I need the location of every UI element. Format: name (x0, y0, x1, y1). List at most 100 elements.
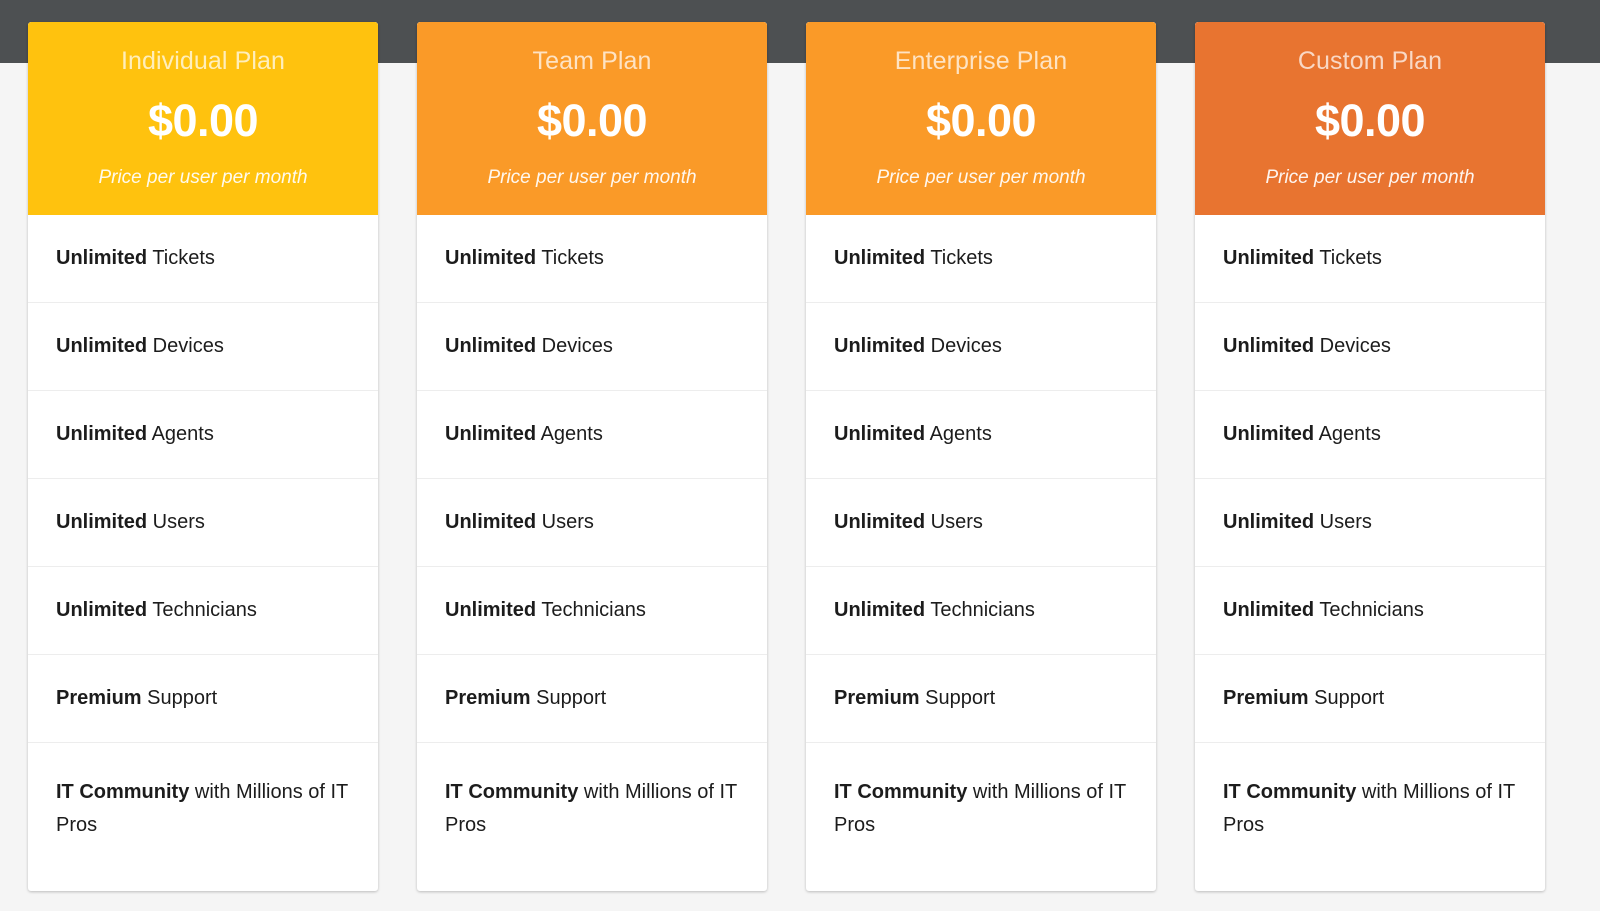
feature-row: Unlimited Agents (28, 391, 378, 479)
feature-detail: Technicians (925, 599, 1035, 621)
feature-row: Unlimited Tickets (417, 215, 767, 303)
feature-detail: Support (141, 687, 218, 709)
feature-row: Premium Support (806, 655, 1156, 743)
feature-text: Unlimited Tickets (1223, 242, 1382, 275)
feature-text: Unlimited Users (56, 506, 205, 539)
feature-row: Unlimited Users (417, 479, 767, 567)
feature-row: Unlimited Users (28, 479, 378, 567)
feature-text: Unlimited Users (834, 506, 983, 539)
feature-detail: Users (536, 511, 594, 533)
plan-price-note: Price per user per month (1265, 167, 1475, 188)
feature-text: Premium Support (834, 682, 995, 715)
feature-text: Unlimited Devices (1223, 330, 1391, 363)
feature-text: IT Community with Millions of IT Pros (834, 776, 1128, 842)
feature-row: Unlimited Agents (806, 391, 1156, 479)
feature-detail: Support (919, 687, 996, 709)
feature-emphasis: Unlimited (445, 335, 537, 357)
feature-emphasis: Unlimited (1223, 423, 1315, 445)
feature-detail: Support (530, 687, 607, 709)
feature-text: Unlimited Tickets (834, 242, 993, 275)
plan-price: $0.00 (925, 95, 1037, 146)
feature-text: IT Community with Millions of IT Pros (1223, 776, 1517, 842)
feature-emphasis: Unlimited (834, 335, 926, 357)
feature-text: Unlimited Technicians (1223, 594, 1424, 627)
feature-text: Unlimited Technicians (834, 594, 1035, 627)
feature-list: Unlimited Tickets Unlimited Devices Unlimi… (28, 215, 378, 891)
feature-text: IT Community with Millions of IT Pros (56, 776, 350, 842)
feature-row: Unlimited Agents (1195, 391, 1545, 479)
pricing-card-custom-plan[interactable]: Custom Plan $0.00 Price per user per month… (1195, 22, 1545, 891)
feature-row: Unlimited Users (806, 479, 1156, 567)
feature-emphasis: Unlimited (834, 511, 926, 533)
feature-emphasis: IT Community (834, 781, 968, 803)
feature-row: Unlimited Users (1195, 479, 1545, 567)
feature-text: IT Community with Millions of IT Pros (445, 776, 739, 842)
feature-detail: Users (147, 511, 205, 533)
feature-emphasis: Unlimited (56, 247, 148, 269)
feature-text: Unlimited Tickets (445, 242, 604, 275)
pricing-card-team-plan[interactable]: Team Plan $0.00 Price per user per month Un… (417, 22, 767, 891)
feature-detail: Technicians (147, 599, 257, 621)
feature-row: Unlimited Agents (417, 391, 767, 479)
feature-detail: Tickets (147, 247, 215, 269)
feature-emphasis: Unlimited (834, 247, 926, 269)
feature-row: Premium Support (417, 655, 767, 743)
feature-detail: Devices (1314, 335, 1391, 357)
feature-row: IT Community with Millions of IT Pros (806, 743, 1156, 891)
feature-emphasis: IT Community (56, 781, 190, 803)
feature-text: Unlimited Agents (56, 418, 214, 451)
feature-row: Unlimited Technicians (28, 567, 378, 655)
feature-detail: Agents (147, 423, 214, 445)
feature-detail: Agents (1314, 423, 1381, 445)
feature-detail: Agents (536, 423, 603, 445)
pricing-card-individual-plan[interactable]: Individual Plan $0.00 Price per user per m… (28, 22, 378, 891)
card-header-team-plan: Team Plan $0.00 Price per user per month (417, 22, 767, 215)
feature-text: Unlimited Users (445, 506, 594, 539)
feature-emphasis: Unlimited (1223, 599, 1315, 621)
feature-row: Unlimited Tickets (1195, 215, 1545, 303)
feature-emphasis: IT Community (445, 781, 579, 803)
feature-emphasis: Unlimited (1223, 335, 1315, 357)
plan-title: Enterprise Plan (894, 47, 1068, 75)
feature-text: Unlimited Devices (445, 330, 613, 363)
feature-detail: Devices (536, 335, 613, 357)
feature-emphasis: Unlimited (445, 511, 537, 533)
feature-detail: Tickets (536, 247, 604, 269)
feature-row: Unlimited Technicians (806, 567, 1156, 655)
feature-list: Unlimited Tickets Unlimited Devices Unlimi… (417, 215, 767, 891)
feature-emphasis: Premium (445, 687, 531, 709)
feature-row: IT Community with Millions of IT Pros (417, 743, 767, 891)
feature-emphasis: Unlimited (445, 247, 537, 269)
feature-emphasis: Unlimited (1223, 511, 1315, 533)
feature-text: Premium Support (1223, 682, 1384, 715)
feature-emphasis: Premium (56, 687, 142, 709)
feature-emphasis: Unlimited (834, 423, 926, 445)
feature-detail: Technicians (1314, 599, 1424, 621)
plan-title: Individual Plan (120, 47, 286, 75)
feature-emphasis: Premium (834, 687, 920, 709)
feature-row: Unlimited Technicians (1195, 567, 1545, 655)
feature-emphasis: Unlimited (445, 599, 537, 621)
feature-detail: Users (1314, 511, 1372, 533)
plan-title: Custom Plan (1297, 47, 1443, 75)
feature-text: Unlimited Users (1223, 506, 1372, 539)
feature-row: Unlimited Devices (806, 303, 1156, 391)
feature-emphasis: Unlimited (56, 511, 148, 533)
feature-emphasis: Unlimited (56, 599, 148, 621)
feature-emphasis: Unlimited (1223, 247, 1315, 269)
feature-emphasis: Unlimited (56, 423, 148, 445)
feature-text: Unlimited Agents (445, 418, 603, 451)
feature-detail: Devices (925, 335, 1002, 357)
plan-price-note: Price per user per month (487, 167, 697, 188)
feature-emphasis: Unlimited (445, 423, 537, 445)
feature-row: IT Community with Millions of IT Pros (28, 743, 378, 891)
pricing-card-enterprise-plan[interactable]: Enterprise Plan $0.00 Price per user per m… (806, 22, 1156, 891)
feature-detail: Tickets (1314, 247, 1382, 269)
feature-text: Unlimited Tickets (56, 242, 215, 275)
card-header-custom-plan: Custom Plan $0.00 Price per user per month (1195, 22, 1545, 215)
feature-text: Unlimited Agents (834, 418, 992, 451)
feature-list: Unlimited Tickets Unlimited Devices Unlimi… (1195, 215, 1545, 891)
feature-detail: Support (1308, 687, 1385, 709)
feature-row: IT Community with Millions of IT Pros (1195, 743, 1545, 891)
feature-text: Unlimited Devices (56, 330, 224, 363)
